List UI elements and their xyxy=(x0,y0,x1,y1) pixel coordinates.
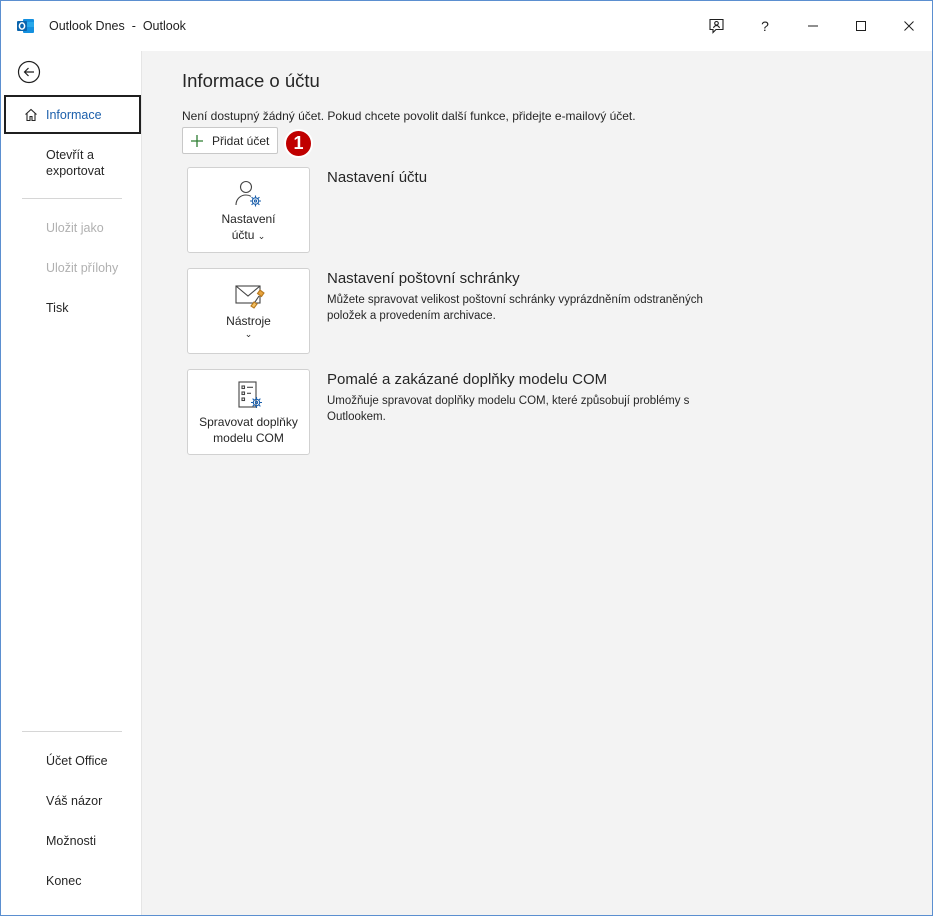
add-account-label: Přidat účet xyxy=(212,133,270,148)
chevron-down-icon: ⌄ xyxy=(257,231,266,241)
step-badge: 1 xyxy=(284,129,313,158)
card-label-line: modelu COM xyxy=(213,431,284,445)
account-settings-label: Nastavení účtu ⌄ xyxy=(188,211,309,244)
add-account-button[interactable]: Přidat účet xyxy=(182,127,278,154)
window-title: Outlook Dnes - Outlook xyxy=(49,19,186,33)
sidebar-divider xyxy=(22,198,122,199)
outlook-app-icon xyxy=(17,19,34,33)
mailbox-cleanup-icon xyxy=(234,285,265,309)
sidebar-item-label: exportovat xyxy=(46,164,105,178)
sidebar-item-ulozit-prilohy: Uložit přílohy xyxy=(4,260,141,276)
maximize-icon xyxy=(856,21,866,31)
feedback-button[interactable] xyxy=(697,11,737,41)
title-bar: Outlook Dnes - Outlook ? xyxy=(1,1,932,51)
backstage-sidebar: Informace Otevřít a exportovat Uložit ja… xyxy=(1,51,142,915)
sidebar-item-label: Tisk xyxy=(46,301,69,315)
title-separator: - xyxy=(131,19,136,33)
sidebar-item-konec[interactable]: Konec xyxy=(4,873,141,889)
mailbox-settings-title: Nastavení poštovní schránky xyxy=(327,270,520,287)
sidebar-item-ucet-office[interactable]: Účet Office xyxy=(4,753,141,769)
mailbox-settings-description: Můžete spravovat velikost poštovní schrá… xyxy=(327,294,703,322)
tools-label: Nástroje ⌄ xyxy=(188,313,309,339)
maximize-button[interactable] xyxy=(841,11,881,41)
minimize-icon xyxy=(808,25,818,27)
sidebar-item-vas-nazor[interactable]: Váš názor xyxy=(4,793,141,809)
sidebar-item-label: Uložit jako xyxy=(46,221,104,235)
com-addins-icon xyxy=(237,381,262,408)
help-icon: ? xyxy=(761,18,769,34)
outlook-window: Outlook Dnes - Outlook ? Informace Otevř… xyxy=(0,0,933,916)
sidebar-item-label: Konec xyxy=(46,874,82,888)
sidebar-item-label: Váš názor xyxy=(46,794,103,808)
feedback-icon xyxy=(709,18,724,34)
sidebar-item-label: Možnosti xyxy=(46,834,97,848)
page-title: Informace o účtu xyxy=(182,70,320,91)
chevron-down-icon: ⌄ xyxy=(244,329,253,339)
minimize-button[interactable] xyxy=(793,11,833,41)
plus-icon xyxy=(190,134,204,148)
card-label-line: účtu ⌄ xyxy=(188,227,309,244)
card-label-text: účtu xyxy=(231,228,255,242)
close-button[interactable] xyxy=(889,11,929,41)
home-icon xyxy=(25,108,37,122)
manage-com-addins-label: Spravovat doplňky modelu COM xyxy=(188,414,309,446)
sidebar-item-label: Informace xyxy=(46,108,102,122)
back-arrow-icon[interactable] xyxy=(17,60,41,84)
card-label-line: Spravovat doplňky xyxy=(199,415,298,429)
sidebar-item-otevrit-exportovat[interactable]: Otevřít a exportovat xyxy=(4,147,141,179)
title-app-name: Outlook Dnes xyxy=(49,19,125,33)
sidebar-item-informace[interactable]: Informace xyxy=(4,95,141,134)
sidebar-item-label: Účet Office xyxy=(46,754,108,768)
com-addins-description: Umožňuje spravovat doplňky modelu COM, k… xyxy=(327,395,690,423)
card-label-line: Nástroje xyxy=(226,314,271,328)
sidebar-item-moznosti[interactable]: Možnosti xyxy=(4,833,141,849)
sidebar-item-ulozit-jako: Uložit jako xyxy=(4,220,141,236)
sidebar-item-tisk[interactable]: Tisk xyxy=(4,300,141,316)
title-product: Outlook xyxy=(142,19,186,33)
help-button[interactable]: ? xyxy=(745,11,785,41)
tools-button[interactable]: Nástroje ⌄ xyxy=(187,268,310,354)
manage-com-addins-button[interactable]: Spravovat doplňky modelu COM xyxy=(187,369,310,455)
no-account-message: Není dostupný žádný účet. Pokud chcete p… xyxy=(182,109,636,123)
close-icon xyxy=(904,21,914,31)
account-settings-icon xyxy=(234,180,261,207)
account-settings-title: Nastavení účtu xyxy=(327,169,428,186)
sidebar-item-label: Uložit přílohy xyxy=(46,261,119,275)
sidebar-item-label: Otevřít a xyxy=(46,148,94,162)
account-settings-button[interactable]: Nastavení účtu ⌄ xyxy=(187,167,310,253)
card-label-line: Nastavení xyxy=(221,212,276,226)
com-addins-title: Pomalé a zakázané doplňky modelu COM xyxy=(327,371,608,388)
account-info-pane: Informace o účtu Není dostupný žádný úče… xyxy=(142,51,932,915)
sidebar-divider xyxy=(22,731,122,732)
